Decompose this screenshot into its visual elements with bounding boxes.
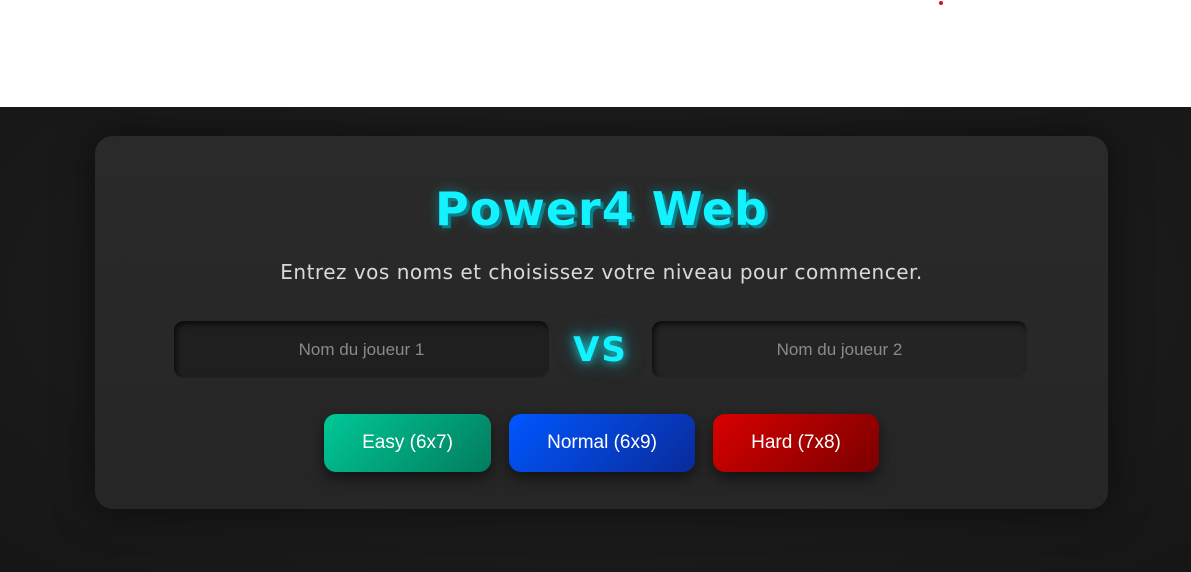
player1-name-input[interactable] xyxy=(174,321,549,378)
game-title: Power4 Web xyxy=(435,182,768,236)
game-stage: Power4 Web Entrez vos noms et choisissez… xyxy=(0,107,1191,572)
instructions-text: Entrez vos noms et choisissez votre nive… xyxy=(280,260,923,284)
easy-difficulty-button[interactable]: Easy (6x7) xyxy=(324,414,491,472)
normal-difficulty-button[interactable]: Normal (6x9) xyxy=(509,414,695,472)
player2-name-input[interactable] xyxy=(652,321,1027,378)
setup-card: Power4 Web Entrez vos noms et choisissez… xyxy=(95,136,1108,509)
hard-difficulty-button[interactable]: Hard (7x8) xyxy=(713,414,879,472)
top-blank-area xyxy=(0,0,1191,107)
vs-label: VS xyxy=(573,330,628,370)
red-dot-marker xyxy=(939,1,943,5)
